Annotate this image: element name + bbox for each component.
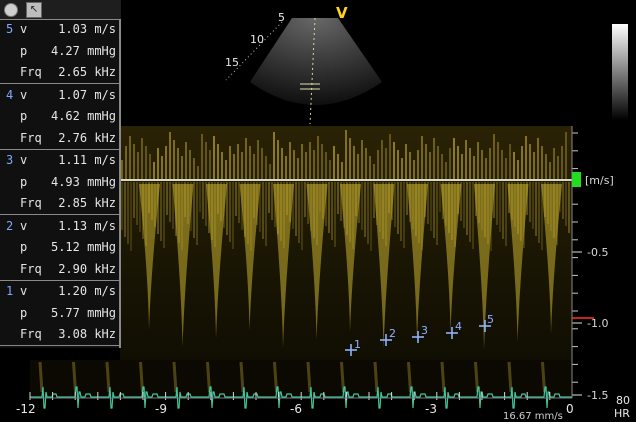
measurement-value: 3.08 kHz [58,327,116,341]
pointer-icon[interactable]: ↖ [26,2,42,18]
measurement-value: 2.85 kHz [58,196,116,210]
panel-toolbar: ↖ [0,0,121,20]
measurement-value: 4.93 mmHg [50,174,116,189]
measurement-row: 3 v 1.11 m/s [0,151,119,172]
measurement-key: v [20,153,28,167]
time-tick-label: -9 [155,402,167,416]
measurement-row: Frq 2.85 kHz [0,194,119,215]
measurement-value: 1.07 m/s [58,87,116,102]
measurement-index: 3 [6,153,14,167]
measurement-row: Frq 2.76 kHz [0,129,119,150]
measurement-value: 4.27 mmHg [50,43,116,58]
marker-label-2: 2 [389,327,396,340]
measurement-row: 1 v 1.20 m/s [0,282,119,303]
measurement-row: p 5.77 mmHg [0,304,119,325]
measurement-block[interactable]: 1 v 1.20 m/s p 5.77 mmHg Frq 3.08 kHz [0,282,119,346]
measurement-key: Frq [20,130,42,145]
measurement-key: v [20,22,28,36]
measurement-key: Frq [20,65,42,79]
marker-label-3: 3 [421,324,428,337]
depth-label-5: 5 [278,11,285,24]
time-tick-label: -12 [16,402,36,416]
heart-rate-value: 80 [616,394,630,407]
measurement-row: 2 v 1.13 m/s [0,217,119,238]
record-button[interactable] [4,3,18,17]
measurement-value: 5.77 mmHg [50,305,116,320]
measurement-key: p [20,174,28,189]
measurement-value: 2.65 kHz [58,65,116,79]
measurement-value: 1.20 m/s [58,284,116,298]
measurement-row: p 5.12 mmHg [0,238,119,259]
measurement-index: 2 [6,218,14,233]
velocity-unit-label: [m/s] [585,174,614,187]
measurement-key: v [20,218,28,233]
measurement-key: Frq [20,196,42,210]
measurement-value: 4.62 mmHg [50,109,116,123]
measurement-row: p 4.27 mmHg [0,42,119,63]
measurement-key: v [20,87,28,102]
measurement-key: v [20,284,28,298]
measurement-block[interactable]: 4 v 1.07 m/s p 4.62 mmHg Frq 2.76 kHz [0,86,119,150]
measurement-key: p [20,305,28,320]
measurement-value: 2.90 kHz [58,261,116,276]
measurement-panel: ↖ 5 v 1.03 m/s p 4.27 mmHg Frq 2.65 kHz 4 v 1.07 … [0,0,121,348]
velocity-tick-label: -1.5 [587,389,609,402]
measurement-value: 5.12 mmHg [50,240,116,254]
time-tick-label: -6 [290,402,302,416]
measurement-row: Frq 2.65 kHz [0,63,119,84]
depth-label-10: 10 [250,33,264,46]
measurement-row: Frq 2.90 kHz [0,260,119,281]
measurement-value: 1.03 m/s [58,22,116,36]
measurement-value: 2.76 kHz [58,130,116,145]
time-tick-label: 0 [566,402,574,416]
velocity-axis [571,126,582,398]
marker-label-5: 5 [487,313,494,326]
measurement-key: p [20,109,28,123]
measurement-row: p 4.93 mmHg [0,173,119,194]
grayscale-bar [612,24,628,120]
baseline-indicator[interactable] [572,172,581,187]
sweep-speed-label: 16.67 mm/s [503,411,563,422]
heart-rate-label: HR [614,407,630,420]
velocity-tick-label: -0.5 [587,246,609,259]
marker-label-1: 1 [354,338,361,351]
measurement-row: 5 v 1.03 m/s [0,20,119,41]
marker-label-4: 4 [455,320,462,333]
measurement-row: 4 v 1.07 m/s [0,86,119,107]
measurement-key: Frq [20,327,42,341]
sector-marker-v: V [336,4,348,22]
measurement-key: p [20,240,28,254]
time-tick-label: -3 [425,402,437,416]
measurement-key: Frq [20,261,42,276]
measurement-block[interactable]: 2 v 1.13 m/s p 5.12 mmHg Frq 2.90 kHz [0,217,119,281]
measurement-row: Frq 3.08 kHz [0,325,119,346]
measurement-block[interactable]: 3 v 1.11 m/s p 4.93 mmHg Frq 2.85 kHz [0,151,119,215]
ultrasound-viewer: ↖ 5 v 1.03 m/s p 4.27 mmHg Frq 2.65 kHz 4 v 1.07 … [0,0,636,422]
velocity-tick-label: -1.0 [587,317,609,330]
measurement-row: p 4.62 mmHg [0,107,119,128]
measurement-value: 1.11 m/s [58,153,116,167]
measurement-index: 1 [6,284,14,298]
measurement-key: p [20,43,28,58]
measurement-index: 4 [6,87,14,102]
depth-label-15: 15 [225,56,239,69]
measurement-block[interactable]: 5 v 1.03 m/s p 4.27 mmHg Frq 2.65 kHz [0,20,119,84]
measurement-value: 1.13 m/s [58,218,116,233]
measurement-index: 5 [6,22,14,36]
